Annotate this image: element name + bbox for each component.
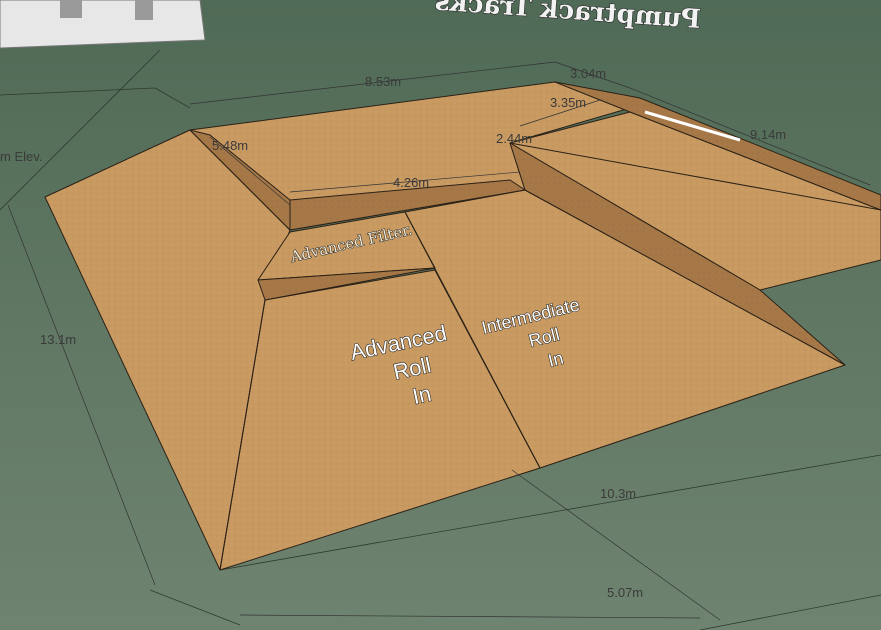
dim-left: 13.1m (40, 332, 76, 347)
dim-inner-top-right: 3.35m (550, 95, 586, 110)
dim-top: 8.53m (365, 74, 401, 89)
dim-top-right: 3.04m (570, 66, 606, 81)
dim-right: 9.14m (750, 127, 786, 142)
dim-inner-left: 5.48m (212, 138, 248, 153)
dim-bottom-right: 10.3m (600, 486, 636, 501)
dim-inner-bottom: 4.26m (393, 175, 429, 190)
3d-model-viewport[interactable]: Pumptrack Tracks 8.53m 3.04m 9.14m 3.35m… (0, 0, 881, 630)
dim-inner-height: 2.44m (496, 131, 532, 146)
background-block (0, 0, 206, 49)
dim-bottom: 5.07m (607, 585, 643, 600)
dim-left-elev: m Elev. (0, 149, 42, 164)
